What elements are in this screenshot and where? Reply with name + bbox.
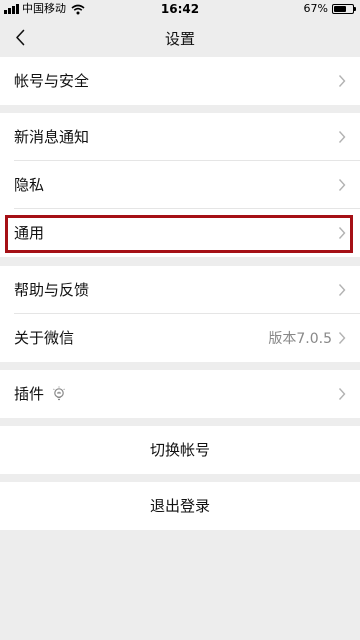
settings-item-label: 帐号与安全	[14, 72, 90, 90]
switch-account-label: 切换帐号	[149, 441, 210, 459]
status-bar: 中国移动 16:42 67%	[0, 0, 360, 18]
settings-item-general[interactable]: 通用	[0, 209, 360, 257]
settings-item-account-security[interactable]: 帐号与安全	[0, 57, 360, 105]
chevron-right-icon	[338, 75, 346, 87]
logout-label: 退出登录	[149, 497, 210, 515]
settings-item-privacy[interactable]: 隐私	[0, 161, 360, 209]
chevron-right-icon	[338, 388, 346, 400]
battery-percent: 67%	[303, 2, 328, 15]
chevron-right-icon	[338, 332, 346, 344]
settings-item-plugins[interactable]: 插件	[0, 370, 360, 418]
battery-icon	[332, 4, 356, 14]
logout-button[interactable]: 退出登录	[0, 482, 360, 530]
settings-item-help-feedback[interactable]: 帮助与反馈	[0, 266, 360, 314]
page-title: 设置	[164, 30, 195, 48]
nav-bar: 设置	[0, 18, 360, 56]
settings-item-label: 关于微信	[14, 329, 75, 347]
status-bar-right: 67%	[303, 2, 356, 15]
settings-item-label: 隐私	[14, 176, 45, 194]
chevron-right-icon	[338, 227, 346, 239]
settings-screen: 中国移动 16:42 67% 设置 帐号与安全 新消息通知 隐私 通用 帮助与反…	[0, 0, 360, 640]
chevron-right-icon	[338, 179, 346, 191]
chevron-right-icon	[338, 131, 346, 143]
battery-fill	[334, 6, 347, 12]
version-value: 版本7.0.5	[268, 331, 332, 347]
lightbulb-icon	[53, 386, 65, 401]
settings-item-label: 新消息通知	[14, 128, 90, 146]
settings-item-label: 帮助与反馈	[14, 281, 90, 299]
settings-item-label: 通用	[14, 224, 45, 242]
settings-item-label: 插件	[14, 385, 45, 403]
chevron-right-icon	[338, 284, 346, 296]
settings-item-new-message-notify[interactable]: 新消息通知	[0, 113, 360, 161]
switch-account-button[interactable]: 切换帐号	[0, 426, 360, 474]
settings-item-about-wechat[interactable]: 关于微信 版本7.0.5	[0, 314, 360, 362]
